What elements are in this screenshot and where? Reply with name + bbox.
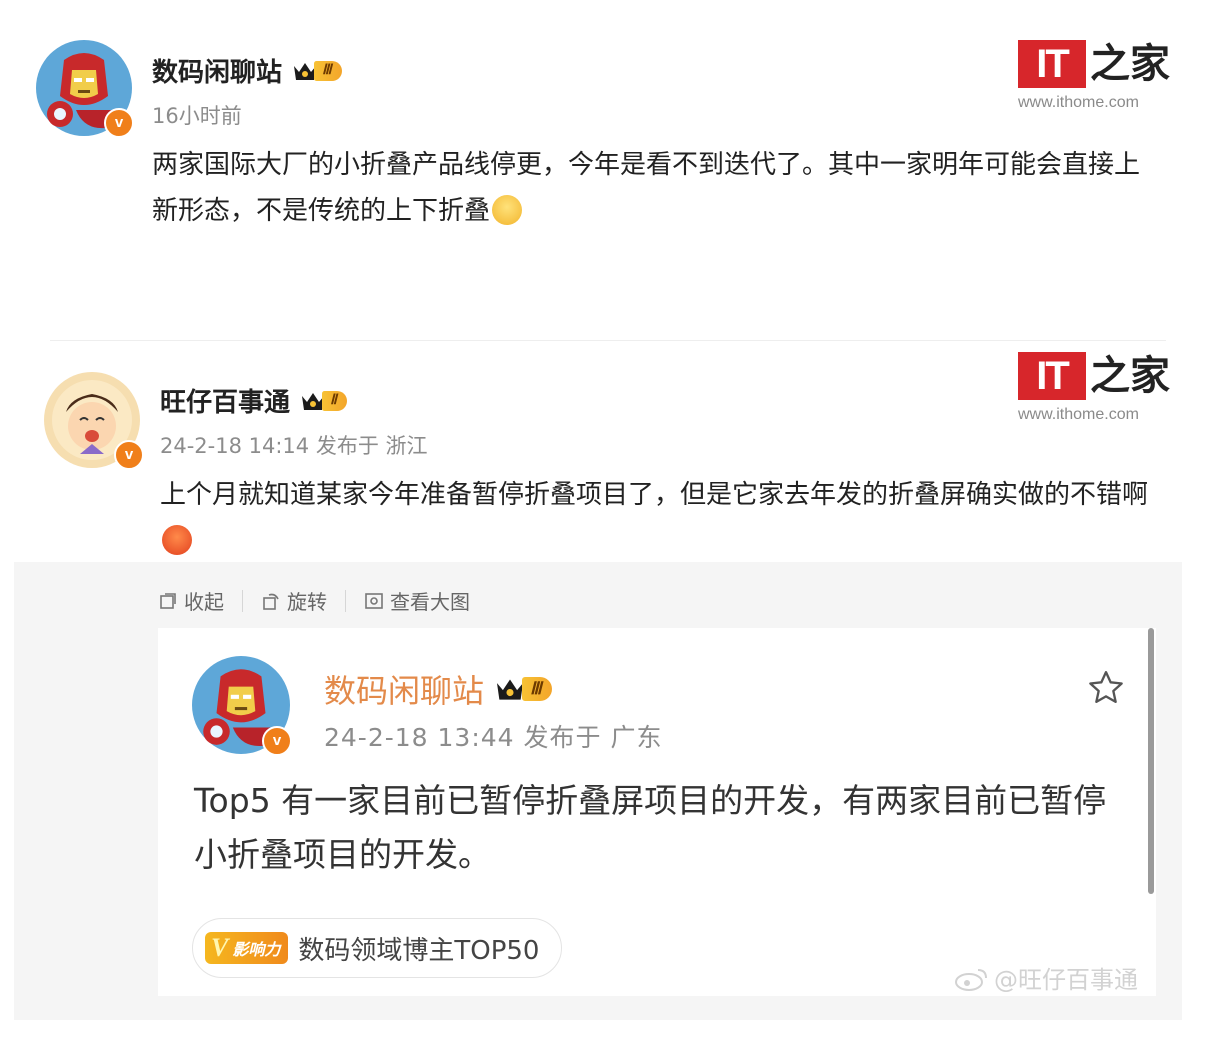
influence-text: 数码领域博主TOP50 — [298, 935, 540, 966]
ithome-logo-2: IT 之家 www.ithome.com — [1018, 352, 1170, 424]
collapse-button[interactable]: 收起 — [158, 586, 224, 615]
embedded-screenshot-card: v 数码闲聊站 Ⅲ 24-2-18 13:44 发布于 广东 Top5 有一家目… — [158, 628, 1156, 996]
vip-crown-badge[interactable]: Ⅱ — [300, 390, 347, 412]
smile-emoji-icon — [492, 195, 523, 225]
view-large-label: 查看大图 — [390, 590, 470, 614]
rotate-label: 旋转 — [287, 590, 327, 614]
logo-url: www.ithome.com — [1018, 94, 1139, 111]
vip-rank: Ⅲ — [522, 677, 552, 701]
verified-badge-icon: v — [104, 108, 134, 138]
embed-meta: 24-2-18 13:44 发布于 广东 — [324, 723, 663, 752]
star-icon — [1089, 671, 1123, 703]
view-large-icon — [365, 592, 383, 609]
image-toolbar: 收起 旋转 查看大图 — [158, 586, 470, 615]
weibo-logo-icon — [955, 968, 987, 991]
rotate-button[interactable]: 旋转 — [261, 586, 327, 615]
logo-it-mark: IT — [1018, 40, 1086, 88]
post2-meta[interactable]: 24-2-18 14:14 发布于 浙江 — [160, 430, 428, 460]
post2-header: 旺仔百事通 Ⅱ — [160, 382, 347, 419]
post1-time[interactable]: 16小时前 — [152, 100, 242, 130]
collapse-label: 收起 — [184, 590, 224, 614]
embed-username: 数码闲聊站 — [324, 672, 485, 710]
collapse-icon — [160, 592, 176, 609]
vip-rank: Ⅱ — [322, 390, 347, 411]
influence-pill: V 影响力 数码领域博主TOP50 — [192, 918, 563, 978]
weibo-watermark: @旺仔百事通 — [954, 960, 1138, 995]
logo-zh-mark: 之家 — [1090, 40, 1170, 87]
view-large-button[interactable]: 查看大图 — [364, 586, 470, 615]
post1-text: 两家国际大厂的小折叠产品线停更，今年是看不到迭代了。其中一家明年可能会直接上新形… — [152, 150, 1141, 226]
v-mark-icon: V — [211, 933, 229, 962]
card-scrollbar — [1148, 628, 1154, 894]
influence-label: 影响力 — [232, 940, 281, 959]
post1-username[interactable]: 数码闲聊站 — [152, 52, 282, 89]
post2-body: 上个月就知道某家今年准备暂停折叠项目了，但是它家去年发的折叠屏确实做的不错啊 — [160, 472, 1170, 564]
watermark-text: @旺仔百事通 — [994, 966, 1138, 994]
post1-body: 两家国际大厂的小折叠产品线停更，今年是看不到迭代了。其中一家明年可能会直接上新形… — [152, 142, 1162, 234]
post-divider — [50, 340, 1166, 341]
logo-url: www.ithome.com — [1018, 406, 1139, 423]
avatar-post1[interactable]: v — [36, 40, 134, 138]
toolbar-divider — [242, 589, 243, 612]
embed-avatar: v — [192, 656, 292, 756]
post1-header: 数码闲聊站 Ⅲ — [152, 52, 342, 89]
ithome-logo-1: IT 之家 www.ithome.com — [1018, 40, 1170, 112]
vip-rank: Ⅲ — [314, 60, 342, 81]
rotate-icon — [263, 593, 279, 610]
post2-text: 上个月就知道某家今年准备暂停折叠项目了，但是它家去年发的折叠屏确实做的不错啊 — [160, 480, 1149, 510]
embed-header: 数码闲聊站 Ⅲ — [324, 666, 552, 712]
influence-badge: V 影响力 — [205, 932, 289, 964]
vip-crown-badge[interactable]: Ⅲ — [292, 60, 342, 82]
avatar-post2[interactable]: v — [44, 372, 144, 470]
verified-badge-icon: v — [262, 726, 292, 756]
toolbar-divider — [345, 589, 346, 612]
logo-zh-mark: 之家 — [1090, 352, 1170, 399]
vip-crown-badge: Ⅲ — [494, 676, 552, 702]
angry-emoji-icon — [162, 525, 192, 555]
verified-badge-icon: v — [114, 440, 144, 470]
embed-text: Top5 有一家目前已暂停折叠屏项目的开发，有两家目前已暂停小折叠项目的开发。 — [194, 781, 1107, 874]
post2-username[interactable]: 旺仔百事通 — [160, 382, 290, 419]
logo-it-mark: IT — [1018, 352, 1086, 400]
